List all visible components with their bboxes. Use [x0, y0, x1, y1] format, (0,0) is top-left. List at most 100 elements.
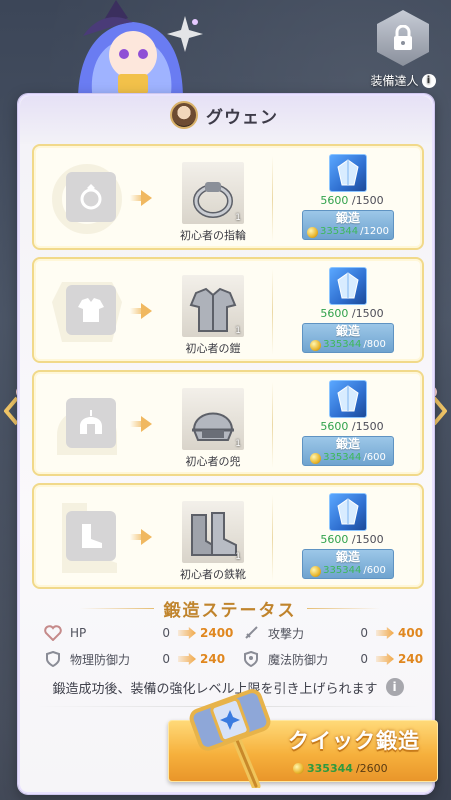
crystal-count: 5600 /1500	[302, 307, 402, 320]
item-armor[interactable]: 1	[182, 275, 244, 337]
divider	[306, 607, 380, 609]
item-name: 初心者の兜	[185, 455, 241, 468]
arrow-right-icon	[130, 416, 152, 432]
arrow-right-icon	[130, 303, 152, 319]
quick-forge-cost: 335344 /2600	[293, 759, 388, 777]
crystal-have: 5600	[320, 420, 349, 433]
stat-from: 0	[162, 626, 170, 640]
gold-have: 335344	[323, 565, 362, 576]
crystal-have: 5600	[320, 307, 349, 320]
gold-have: 335344	[319, 226, 359, 237]
forge-button-label: 鍛造	[335, 324, 360, 338]
forge-crystal-icon[interactable]	[329, 380, 367, 418]
chevron-right-icon	[432, 396, 447, 426]
gold-coin-icon	[310, 565, 322, 577]
crystal-count: 5600 /1500	[302, 420, 402, 433]
forge-crystal-icon[interactable]	[329, 267, 367, 305]
stat-attack: 攻撃力 0 400	[242, 622, 423, 644]
arrow-right-icon	[376, 653, 394, 665]
item-count: 1	[235, 326, 241, 336]
item-name: 初心者の鎧	[185, 342, 241, 355]
equipment-master[interactable]: 装備達人 i	[367, 10, 439, 92]
gold-have: 335344	[307, 761, 353, 775]
helmet-slot-empty[interactable]	[66, 398, 116, 448]
stats-title: 鍛造ステータス	[163, 600, 297, 621]
crystal-need: /1500	[351, 307, 384, 320]
crystal-need: /1500	[351, 420, 384, 433]
crystal-count: 5600 /1500	[302, 533, 402, 546]
helmet-icon	[80, 410, 102, 434]
gold-have: 335344	[323, 339, 362, 350]
quick-forge-label: クイック鍛造	[288, 729, 420, 753]
item-helmet[interactable]: 1	[182, 388, 244, 450]
forge-button-label: 鍛造	[335, 550, 360, 564]
item-ring[interactable]: 1	[182, 162, 244, 224]
character-name: グウェン	[206, 107, 278, 128]
crystal-count: 5600 /1500	[302, 194, 402, 207]
sparkle-icon	[167, 16, 203, 52]
gear-card-helmet: 1 初心者の兜 5600 /1500 鍛造 335344/600	[32, 370, 424, 476]
stat-name: 魔法防御力	[268, 652, 329, 667]
item-name: 初心者の指輪	[180, 229, 246, 242]
ring-icon	[193, 182, 233, 218]
arrow-right-icon	[130, 529, 152, 545]
crystal-need: /1500	[351, 194, 384, 207]
arrow-right-icon	[130, 190, 152, 206]
info-icon[interactable]: i	[385, 678, 404, 696]
item-name: 初心者の鉄靴	[180, 568, 246, 581]
forge-button-boots[interactable]: 鍛造 335344/600	[302, 549, 394, 579]
stat-from: 0	[360, 626, 368, 640]
armor-icon	[189, 287, 237, 332]
boots-slot-empty[interactable]	[66, 511, 116, 561]
info-icon[interactable]: i	[421, 73, 436, 88]
forge-button-ring[interactable]: 鍛造 335344/1200	[302, 210, 394, 240]
gold-coin-icon	[310, 452, 322, 464]
item-boots[interactable]: 1	[182, 501, 244, 563]
forge-button-helmet[interactable]: 鍛造 335344/600	[302, 436, 394, 466]
stat-name: HP	[70, 626, 87, 640]
forge-crystal-icon[interactable]	[329, 154, 367, 192]
forge-button-label: 鍛造	[335, 211, 360, 225]
stat-to: 2400	[200, 626, 234, 640]
item-count: 1	[235, 213, 241, 223]
stat-name: 攻撃力	[268, 626, 305, 641]
hammer-icon	[189, 689, 271, 788]
gold-need: /600	[363, 565, 386, 576]
armor-icon	[78, 298, 104, 322]
gold-coin-icon	[310, 339, 322, 351]
stats-header: 鍛造ステータス	[80, 596, 380, 621]
ring-slot-empty[interactable]	[66, 172, 116, 222]
gear-card-boots: 1 初心者の鉄靴 5600 /1500 鍛造 335344/600	[32, 483, 424, 589]
item-count: 1	[235, 552, 241, 562]
forge-cost: 335344/600	[303, 452, 393, 464]
gold-have: 335344	[323, 452, 362, 463]
forge-button-label: 鍛造	[335, 437, 360, 451]
divider	[272, 156, 273, 242]
stat-name: 物理防御力	[70, 652, 131, 667]
stat-to: 240	[200, 652, 226, 666]
gold-coin-icon	[306, 226, 318, 238]
helmet-icon	[192, 412, 234, 441]
forge-cost: 335344/1200	[303, 226, 393, 238]
divider	[272, 382, 273, 468]
armor-slot-empty[interactable]	[66, 285, 116, 335]
stat-magic-defense: 魔法防御力 0 240	[242, 648, 423, 670]
stat-hp: HP 0 2400	[44, 622, 233, 644]
arrow-right-icon	[376, 627, 394, 639]
forge-button-armor[interactable]: 鍛造 335344/800	[302, 323, 394, 353]
lock-icon	[377, 10, 429, 66]
character-avatar	[170, 101, 198, 129]
character-title: グウェン	[170, 100, 278, 130]
gold-coin-icon	[293, 762, 304, 774]
stat-physical-defense: 物理防御力 0 240	[44, 648, 225, 670]
gold-need: /2600	[355, 761, 388, 775]
gold-need: /1200	[360, 226, 389, 237]
divider	[272, 495, 273, 581]
boots-icon	[82, 524, 102, 548]
arrow-right-icon	[178, 627, 196, 639]
equipment-master-label: 装備達人 i	[367, 72, 439, 89]
chevron-left-icon	[4, 396, 19, 426]
stat-to: 240	[398, 652, 424, 666]
forge-crystal-icon[interactable]	[329, 493, 367, 531]
master-label-text: 装備達人	[370, 74, 419, 88]
